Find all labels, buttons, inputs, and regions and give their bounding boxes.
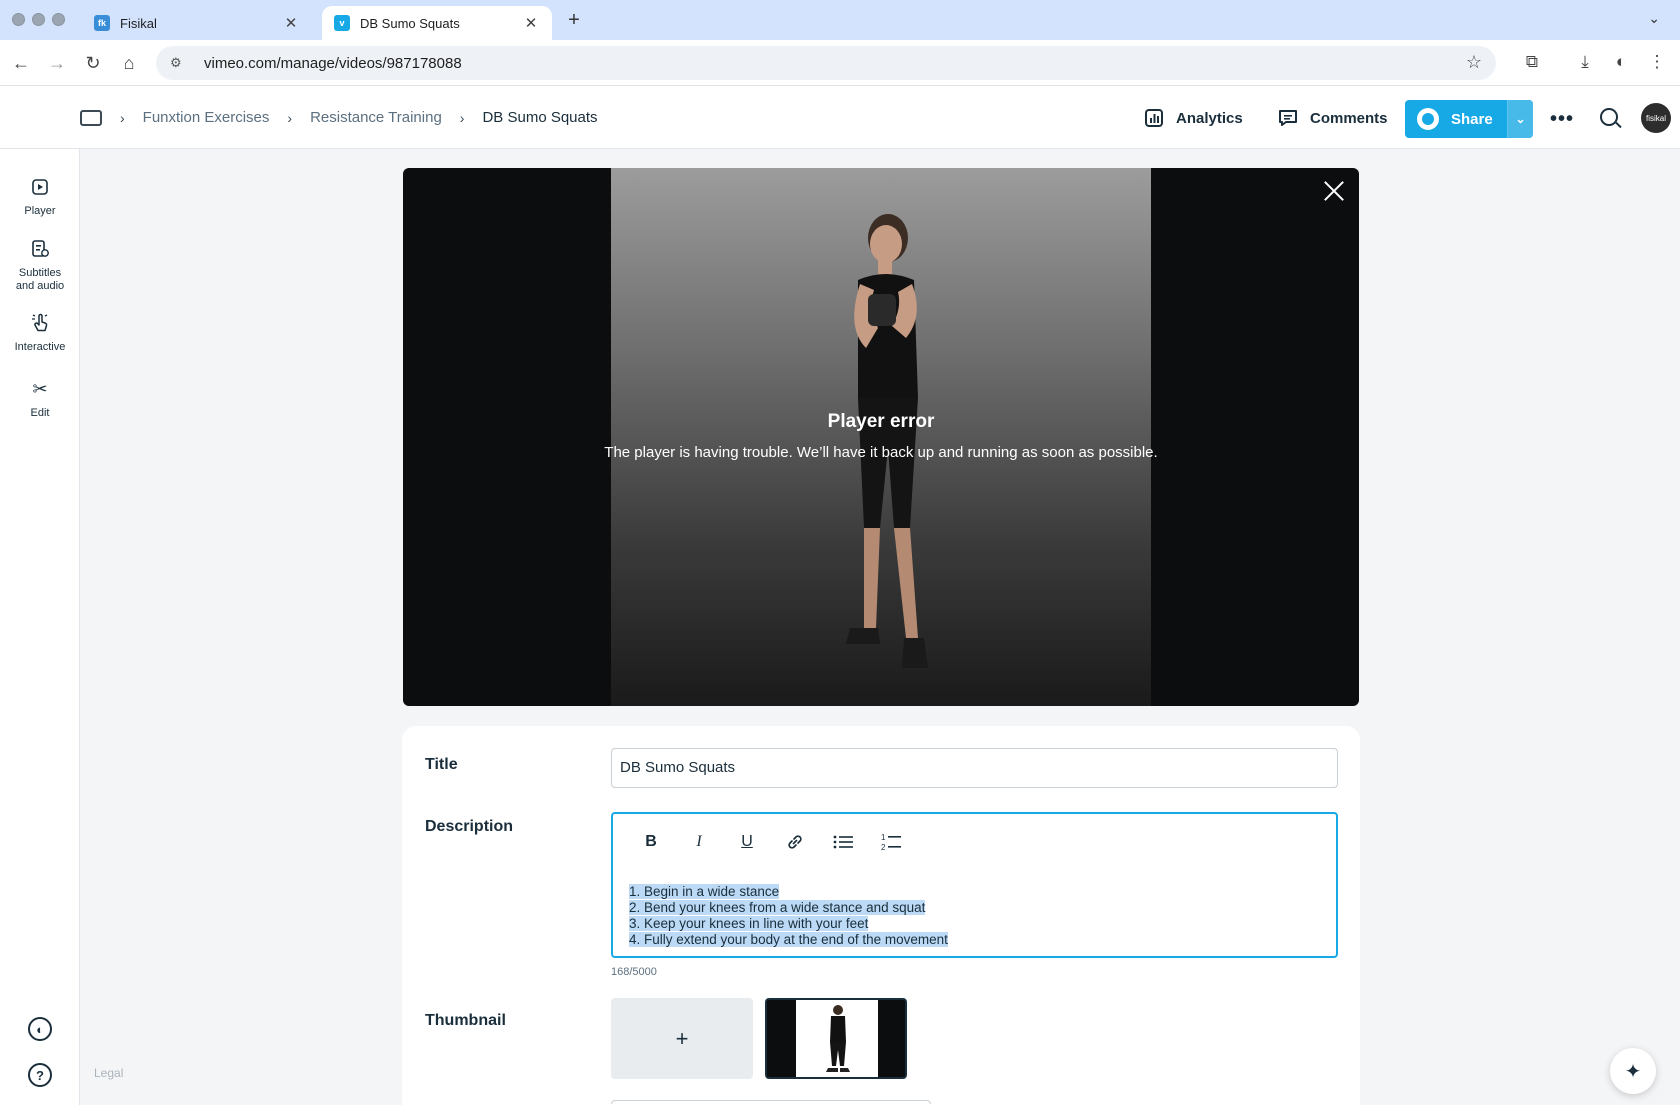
browser-tab-bar: fk Fisikal ✕ v DB Sumo Squats ✕ + ⌄ (0, 0, 1680, 40)
title-label: Title (425, 756, 458, 773)
chevron-right-icon: › (287, 109, 293, 126)
video-player[interactable]: Player error The player is having troubl… (403, 168, 1359, 706)
svg-text:1: 1 (881, 833, 886, 842)
video-frame (611, 168, 1151, 706)
link-icon[interactable] (771, 828, 819, 856)
fisikal-icon: fk (94, 15, 110, 31)
thumbnail-figure (826, 1005, 850, 1072)
url-text: vimeo.com/manage/videos/987178088 (204, 54, 462, 72)
search-icon[interactable] (1600, 108, 1618, 126)
scissors-icon: ✂ (32, 378, 48, 399)
bullet-list-icon[interactable] (819, 828, 867, 856)
legal-link[interactable]: Legal (94, 1066, 123, 1080)
bookmark-star-icon[interactable]: ☆ (1466, 52, 1482, 73)
interactive-icon (0, 311, 80, 335)
player-error-title: Player error (827, 411, 935, 432)
tab-title: DB Sumo Squats (360, 15, 460, 31)
download-icon[interactable]: ⤓ (1574, 52, 1596, 72)
more-options-icon[interactable]: ••• (1550, 108, 1574, 131)
add-thumbnail-button[interactable]: + (611, 998, 753, 1079)
new-tab-button[interactable]: + (562, 9, 586, 32)
rail-item-interactive[interactable]: Interactive (0, 311, 80, 354)
chevron-right-icon: › (459, 109, 465, 126)
rail-item-subtitles[interactable]: Subtitles and audio (0, 237, 80, 293)
character-counter: 168/5000 (611, 966, 657, 978)
video-details-card: Title DB Sumo Squats Description B I U 1… (402, 726, 1360, 1105)
share-button[interactable]: Share ⌄ (1405, 100, 1533, 138)
chevron-right-icon: › (120, 109, 125, 126)
description-line: 4. Fully extend your body at the end of … (629, 932, 948, 947)
back-icon[interactable]: ← (8, 50, 34, 76)
tab-title: Fisikal (120, 15, 157, 31)
globe-icon (1417, 108, 1439, 130)
bold-icon[interactable]: B (627, 828, 675, 856)
rail-item-label: Edit (30, 407, 50, 419)
folder-icon[interactable] (80, 109, 102, 126)
browser-tab-fisikal[interactable]: fk Fisikal ✕ (82, 6, 312, 40)
reload-icon[interactable]: ↻ (80, 50, 106, 76)
comments-label: Comments (1310, 109, 1388, 127)
analytics-button[interactable]: Analytics (1144, 100, 1243, 136)
window-close-button[interactable] (12, 13, 25, 26)
close-tab-icon[interactable]: ✕ (282, 14, 300, 32)
site-info-icon[interactable]: ⚙ (170, 55, 192, 71)
description-label: Description (425, 818, 514, 835)
rail-item-label: Subtitles and audio (15, 267, 65, 292)
home-icon[interactable]: ⌂ (116, 50, 142, 76)
browser-menu-icon[interactable]: ⋮ (1646, 52, 1668, 72)
theme-toggle-icon[interactable]: ◐ (28, 1017, 52, 1041)
breadcrumb: › Funxtion Exercises › Resistance Traini… (80, 86, 598, 149)
window-minimize-button[interactable] (32, 13, 45, 26)
browser-tab-vimeo[interactable]: v DB Sumo Squats ✕ (322, 6, 552, 40)
forward-icon[interactable]: → (44, 50, 70, 76)
comments-button[interactable]: Comments (1278, 100, 1388, 136)
profile-icon[interactable]: ◐ (1610, 52, 1632, 72)
description-editor[interactable]: B I U 12 1. Begin in a wide stance 2. Be… (611, 812, 1338, 958)
subtitles-icon (12, 237, 68, 261)
rail-item-player[interactable]: Player (0, 175, 80, 218)
description-line: 1. Begin in a wide stance (629, 884, 780, 899)
address-bar[interactable]: ⚙ vimeo.com/manage/videos/987178088 ☆ (156, 46, 1496, 80)
thumbnail-label: Thumbnail (425, 1012, 506, 1029)
breadcrumb-item[interactable]: Resistance Training (310, 109, 442, 126)
rich-text-toolbar: B I U 12 (627, 828, 915, 856)
share-label: Share (1451, 110, 1493, 128)
ai-assistant-sparkle-icon[interactable]: ✦ (1610, 1048, 1656, 1094)
description-text[interactable]: 1. Begin in a wide stance 2. Bend your k… (629, 884, 948, 948)
svg-text:2: 2 (881, 843, 886, 852)
rail-item-label: Player (24, 205, 56, 217)
comment-icon (1278, 108, 1298, 128)
left-rail: Player Subtitles and audio Interactive ✂… (0, 149, 123, 1105)
title-input[interactable]: DB Sumo Squats (611, 748, 1338, 788)
browser-toolbar: ← → ↻ ⌂ ⚙ vimeo.com/manage/videos/987178… (0, 40, 1680, 86)
app-header: › Funxtion Exercises › Resistance Traini… (0, 86, 1680, 149)
close-icon[interactable] (1321, 178, 1347, 204)
rail-item-edit[interactable]: ✂ Edit (0, 377, 80, 420)
description-line: 3. Keep your knees in line with your fee… (629, 916, 869, 931)
thumbnail-selected[interactable] (765, 998, 907, 1079)
analytics-icon (1144, 108, 1164, 128)
player-error-message: The player is having trouble. We’ll have… (604, 444, 1158, 461)
share-dropdown-chevron-icon[interactable]: ⌄ (1507, 100, 1533, 138)
analytics-label: Analytics (1176, 109, 1243, 127)
next-field-outline (611, 1100, 931, 1104)
thumbnail-image (796, 1000, 878, 1077)
italic-icon[interactable]: I (675, 828, 723, 856)
avatar[interactable]: fisikal (1641, 103, 1671, 133)
close-tab-icon[interactable]: ✕ (522, 14, 540, 32)
extensions-icon[interactable]: ⧉ (1521, 52, 1543, 72)
vimeo-icon: v (334, 15, 350, 31)
play-icon (0, 175, 80, 199)
tab-search-icon[interactable]: ⌄ (1648, 10, 1660, 27)
window-zoom-button[interactable] (52, 13, 65, 26)
description-line: 2. Bend your knees from a wide stance an… (629, 900, 926, 915)
rail-item-label: Interactive (14, 341, 66, 353)
numbered-list-icon[interactable]: 12 (867, 828, 915, 856)
help-icon[interactable]: ? (28, 1063, 52, 1087)
underline-icon[interactable]: U (723, 828, 771, 856)
breadcrumb-current: DB Sumo Squats (482, 109, 598, 126)
breadcrumb-item[interactable]: Funxtion Exercises (143, 109, 270, 126)
video-still-figure (846, 214, 928, 668)
